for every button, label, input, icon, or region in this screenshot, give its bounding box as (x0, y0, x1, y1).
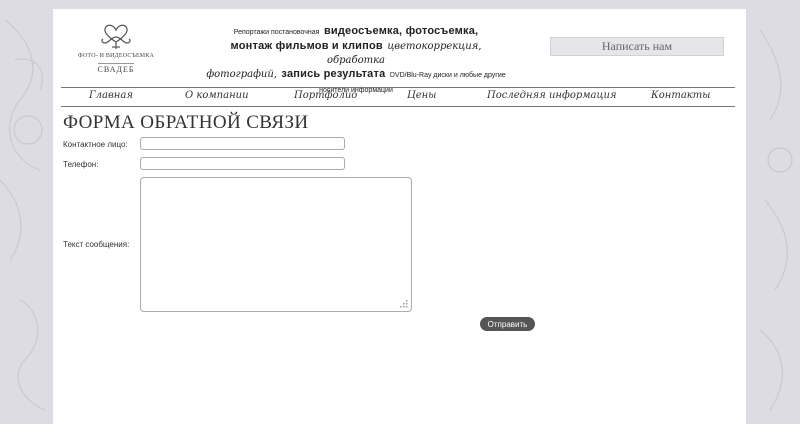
nav-item-news[interactable]: Последняя информация (487, 90, 617, 101)
page-title: ФОРМА ОБРАТНОЙ СВЯЗИ (63, 112, 309, 133)
tagline-part-5: фотографий, (206, 69, 277, 80)
tagline-part-3: монтаж фильмов и клипов (230, 40, 383, 52)
tagline-part-7: DVD/Blu-Ray диски и любые другие (389, 72, 506, 79)
logo-line-2: СВАДЕБ (97, 63, 135, 74)
logo-line-1: ФОТО- И ВИДЕОСЪЕМКА (77, 53, 155, 59)
resize-grip-icon[interactable] (400, 300, 408, 308)
message-textarea[interactable] (140, 177, 412, 312)
contact-person-input[interactable] (140, 137, 345, 150)
nav-item-home[interactable]: Главная (89, 90, 133, 101)
phone-label: Телефон: (63, 160, 99, 169)
tagline-part-2: видеосъемка, фотосъемка, (323, 25, 479, 37)
page-container: ФОТО- И ВИДЕОСЪЕМКА СВАДЕБ Репортажи пос… (53, 9, 746, 424)
tagline-part-6: запись результата (281, 68, 386, 80)
nav-item-portfolio[interactable]: Портфолио (294, 90, 357, 101)
nav-item-about[interactable]: О компании (185, 90, 249, 101)
nav-item-contacts[interactable]: Контакты (651, 90, 710, 101)
nav-item-prices[interactable]: Цены (407, 90, 436, 101)
heart-fleur-icon (101, 24, 131, 49)
tagline-part-1: Репортажи постановочная (233, 29, 320, 36)
phone-input[interactable] (140, 157, 345, 170)
message-label: Текст сообщения: (63, 240, 130, 249)
main-navigation: Главная О компании Портфолио Цены Послед… (61, 87, 735, 107)
contact-person-label: Контактное лицо: (63, 140, 128, 149)
site-logo[interactable]: ФОТО- И ВИДЕОСЪЕМКА СВАДЕБ (71, 21, 161, 81)
send-button[interactable]: Отправить (480, 317, 535, 331)
write-to-us-button[interactable]: Написать нам (550, 37, 724, 56)
